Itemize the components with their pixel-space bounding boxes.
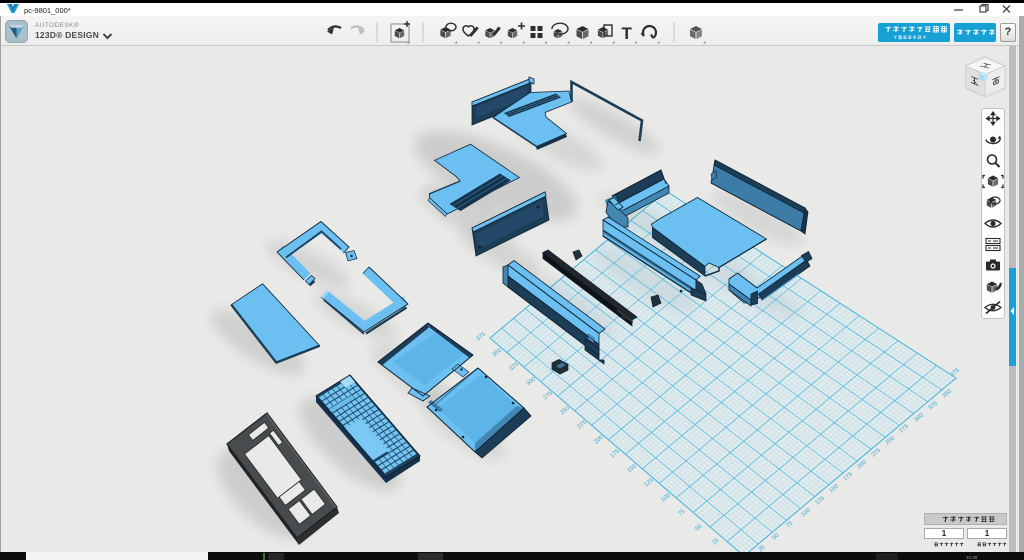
- svg-text:T: T: [622, 24, 633, 43]
